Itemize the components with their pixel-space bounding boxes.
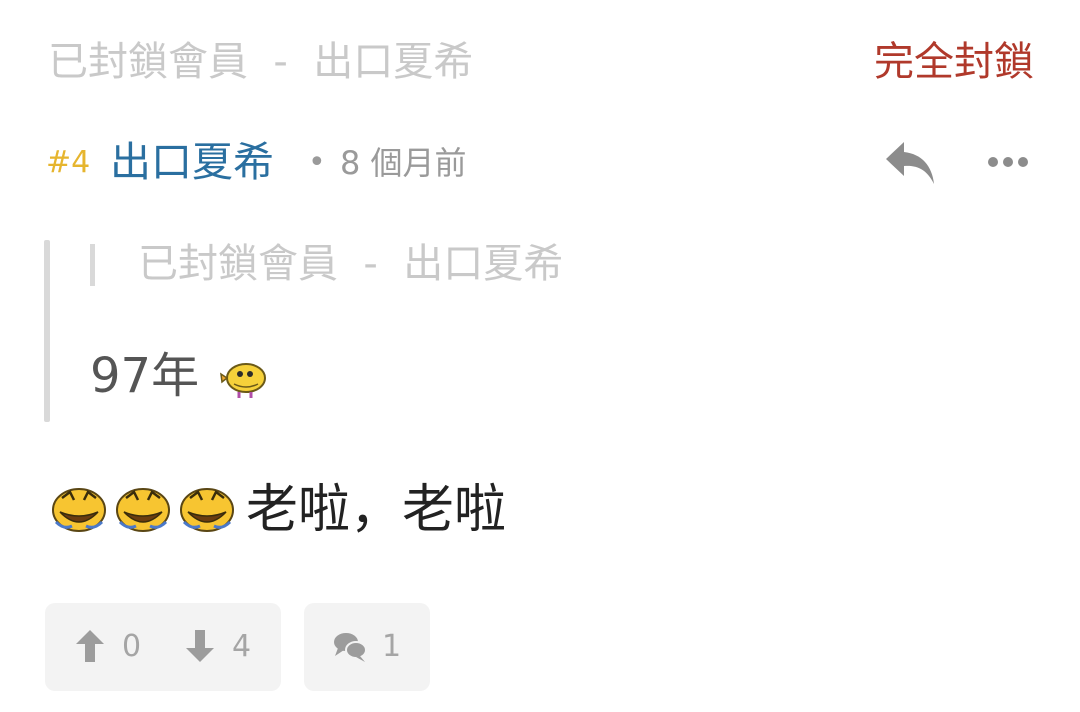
comment-count: 1: [382, 629, 402, 664]
post-number: #4: [46, 145, 91, 180]
nested-quote-border: [90, 244, 95, 286]
upvote-count: 0: [122, 629, 142, 664]
laughing-face-emoji-icon: [116, 488, 170, 532]
quote-border: [44, 240, 50, 422]
more-icon[interactable]: [986, 154, 1030, 170]
full-block-button[interactable]: 完全封鎖: [874, 36, 1034, 88]
blocked-member-label: 已封鎖會員 - 出口夏希: [48, 39, 474, 85]
upvote-icon[interactable]: [74, 628, 106, 664]
chick-emoji-icon: [220, 363, 266, 398]
downvote-icon[interactable]: [184, 628, 216, 664]
laughing-face-emoji-icon: [52, 488, 106, 532]
meta-separator: •: [308, 145, 326, 180]
emoji-row: [50, 482, 236, 536]
comment-bubble-icon[interactable]: [332, 630, 368, 664]
reply-icon[interactable]: [884, 140, 936, 186]
post-body-text: 老啦，老啦: [246, 480, 507, 540]
quote-text: 97年: [90, 348, 200, 404]
post-timestamp: 8 個月前: [340, 144, 467, 182]
downvote-count: 4: [232, 629, 252, 664]
laughing-face-emoji-icon: [180, 488, 234, 532]
username-link[interactable]: 出口夏希: [110, 136, 274, 188]
quote-header: 已封鎖會員 - 出口夏希: [138, 241, 564, 287]
